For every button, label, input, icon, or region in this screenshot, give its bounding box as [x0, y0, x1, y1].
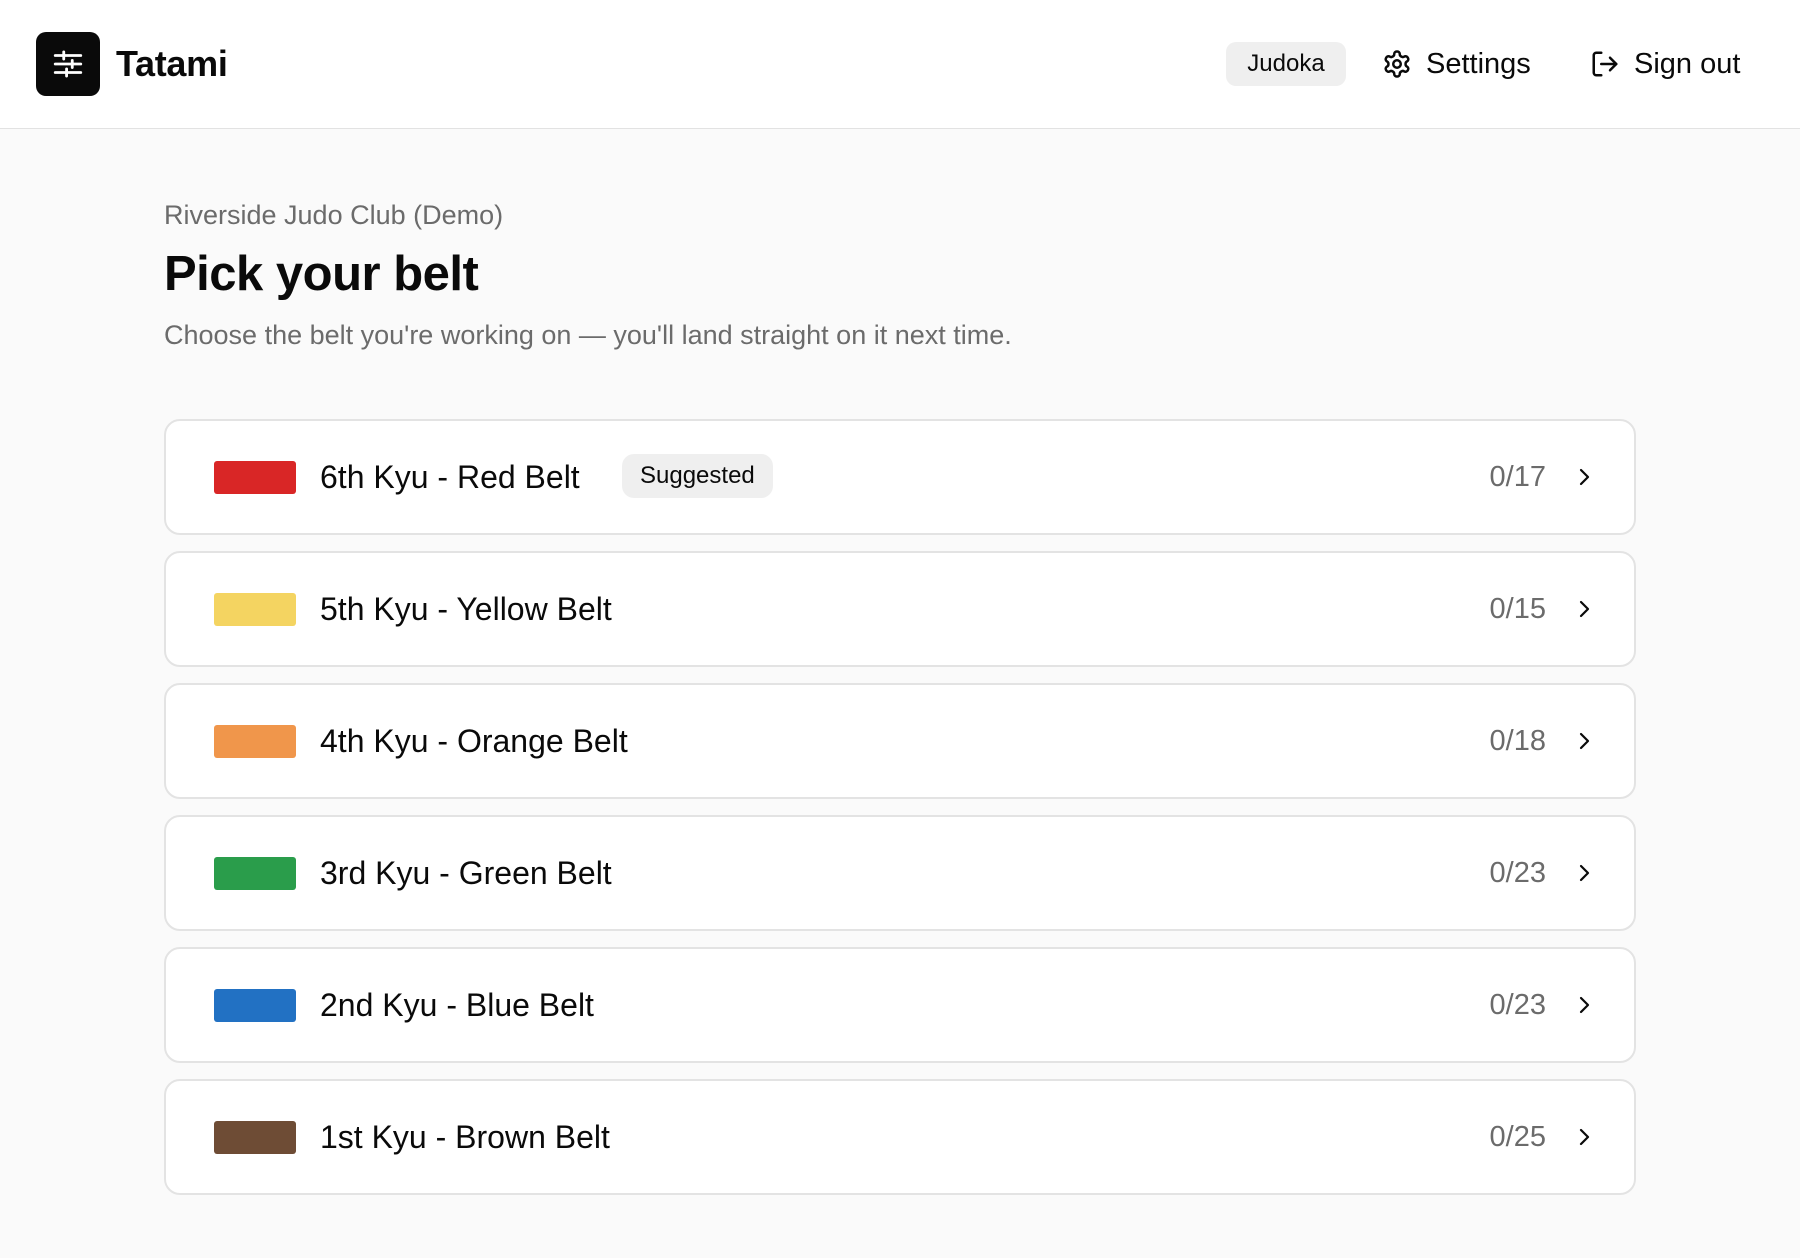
suggested-badge: Suggested: [622, 454, 773, 498]
belt-card-brown[interactable]: 1st Kyu - Brown Belt 0/25: [164, 1079, 1636, 1195]
belt-progress: 0/15: [1489, 593, 1546, 625]
belt-progress: 0/25: [1489, 1121, 1546, 1153]
sliders-icon: [53, 50, 83, 78]
belt-color-swatch: [214, 989, 296, 1022]
app-title: Tatami: [116, 43, 228, 84]
sign-out-button[interactable]: Sign out: [1590, 40, 1740, 88]
belt-progress: 0/23: [1489, 989, 1546, 1021]
page-title: Pick your belt: [164, 247, 479, 301]
belt-card-orange[interactable]: 4th Kyu - Orange Belt 0/18: [164, 683, 1636, 799]
belt-name: 1st Kyu - Brown Belt: [320, 1119, 610, 1155]
settings-button[interactable]: Settings: [1382, 40, 1531, 88]
belt-card-yellow[interactable]: 5th Kyu - Yellow Belt 0/15: [164, 551, 1636, 667]
club-name: Riverside Judo Club (Demo): [164, 200, 504, 230]
belt-name: 2nd Kyu - Blue Belt: [320, 987, 594, 1023]
chevron-right-icon: [1579, 468, 1590, 486]
belt-color-swatch: [214, 725, 296, 758]
app-logo[interactable]: [36, 32, 100, 96]
chevron-right-icon: [1579, 864, 1590, 882]
gear-icon: [1384, 50, 1410, 78]
log-out-icon: [1592, 51, 1618, 77]
belt-card-blue[interactable]: 2nd Kyu - Blue Belt 0/23: [164, 947, 1636, 1063]
belt-card-green[interactable]: 3rd Kyu - Green Belt 0/23: [164, 815, 1636, 931]
chevron-right-icon: [1579, 732, 1590, 750]
belt-name: 5th Kyu - Yellow Belt: [320, 591, 612, 627]
chevron-right-icon: [1579, 1128, 1590, 1146]
chevron-right-icon: [1579, 996, 1590, 1014]
sign-out-label: Sign out: [1634, 47, 1741, 80]
belt-name: 3rd Kyu - Green Belt: [320, 855, 612, 891]
belt-progress: 0/18: [1489, 725, 1546, 757]
belt-color-swatch: [214, 461, 296, 494]
page-subtitle: Choose the belt you're working on — you'…: [164, 320, 1012, 350]
belt-name: 6th Kyu - Red Belt: [320, 459, 580, 495]
chevron-right-icon: [1579, 600, 1590, 618]
belt-name: 4th Kyu - Orange Belt: [320, 723, 628, 759]
belt-color-swatch: [214, 857, 296, 890]
belt-color-swatch: [214, 1121, 296, 1154]
top-header: Tatami Judoka Settings Sign out: [0, 0, 1800, 129]
belt-card-red[interactable]: 6th Kyu - Red Belt Suggested 0/17: [164, 419, 1636, 535]
belt-progress: 0/17: [1489, 461, 1546, 493]
role-badge: Judoka: [1226, 42, 1346, 86]
belt-progress: 0/23: [1489, 857, 1546, 889]
belt-color-swatch: [214, 593, 296, 626]
settings-label: Settings: [1426, 47, 1531, 80]
